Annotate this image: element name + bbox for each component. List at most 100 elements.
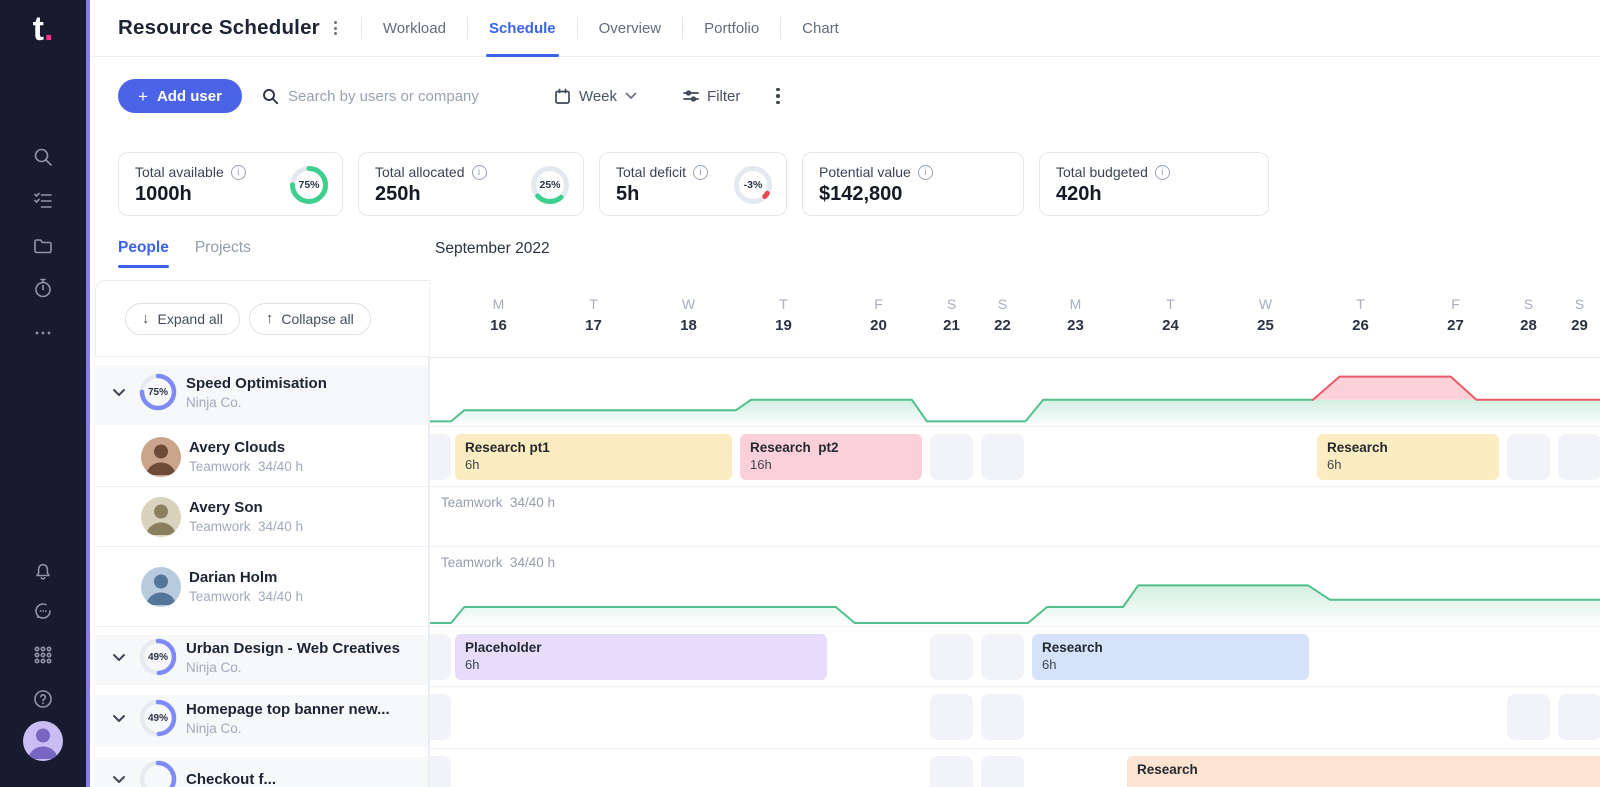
day-date: 21	[926, 317, 977, 334]
chevron-down-icon[interactable]	[112, 714, 126, 723]
weekend-cell[interactable]	[981, 756, 1024, 787]
apps-grid-icon[interactable]	[0, 644, 86, 666]
row-text: Avery SonTeamwork 34/40 h	[189, 499, 303, 534]
row-text: Avery CloudsTeamwork 34/40 h	[189, 439, 303, 474]
day-date: 25	[1218, 317, 1313, 334]
allocation-cell-partial[interactable]	[430, 694, 451, 740]
row-name: Avery Clouds	[189, 439, 303, 456]
row-content: Darian HolmTeamwork 34/40 h	[95, 547, 428, 626]
search-icon[interactable]	[0, 146, 86, 168]
project-row[interactable]: 49%Urban Design - Web CreativesNinja Co.	[95, 627, 428, 687]
allocation-bar[interactable]: Research6h	[1032, 634, 1309, 680]
person-row[interactable]: Avery SonTeamwork 34/40 h	[95, 487, 428, 547]
stat-label-text: Total budgeted	[1056, 164, 1148, 180]
allocation-bar[interactable]: Research	[1127, 756, 1600, 787]
row-name: Darian Holm	[189, 569, 303, 586]
search-icon	[262, 88, 279, 105]
weekend-cell[interactable]	[930, 634, 973, 680]
help-icon[interactable]	[0, 688, 86, 710]
progress-donut: 49%	[138, 637, 178, 677]
weekend-cell[interactable]	[930, 694, 973, 740]
notifications-bell-icon[interactable]	[0, 560, 86, 582]
logo-dot: .	[44, 10, 53, 48]
tab-workload[interactable]: Workload	[362, 0, 467, 56]
person-row[interactable]: Avery CloudsTeamwork 34/40 h	[95, 427, 428, 487]
project-row[interactable]: Checkout f...	[95, 749, 428, 787]
weekend-cell[interactable]	[981, 634, 1024, 680]
more-dots-icon[interactable]	[0, 322, 86, 344]
info-icon[interactable]: i	[693, 165, 708, 180]
tab-portfolio[interactable]: Portfolio	[683, 0, 780, 56]
day-of-week: F	[831, 296, 926, 312]
tasks-icon[interactable]	[0, 189, 86, 211]
period-selector[interactable]: Week	[554, 88, 637, 105]
weekend-cell[interactable]	[1507, 434, 1550, 480]
allocation-bar[interactable]: Research pt216h	[740, 434, 922, 480]
allocation-bar[interactable]: Research6h	[1317, 434, 1499, 480]
view-tab-people[interactable]: People	[118, 236, 169, 268]
timer-icon[interactable]	[0, 277, 86, 299]
chevron-down-icon[interactable]	[112, 775, 126, 784]
day-column-header: T19	[736, 280, 831, 357]
info-icon[interactable]: i	[1155, 165, 1170, 180]
allocation-cell-partial[interactable]	[430, 634, 451, 680]
progress-donut-percent	[138, 759, 178, 787]
weekend-cell[interactable]	[930, 434, 973, 480]
allocation-bar-title: Research	[1042, 640, 1299, 655]
info-icon[interactable]: i	[918, 165, 933, 180]
stat-donut-percent: 25%	[530, 165, 570, 205]
day-column-header: S29	[1554, 280, 1600, 357]
title-kebab-menu-icon[interactable]	[334, 21, 337, 35]
arrow-down-icon: ↓	[142, 310, 150, 327]
filter-button[interactable]: Filter	[683, 88, 740, 105]
allocation-bar[interactable]: Research pt16h	[455, 434, 732, 480]
row-name: Homepage top banner new...	[186, 701, 390, 718]
stat-card: Total budgetedi420h	[1039, 152, 1269, 216]
info-icon[interactable]: i	[231, 165, 246, 180]
row-name: Urban Design - Web Creatives	[186, 640, 400, 657]
weekend-cell[interactable]	[981, 434, 1024, 480]
tab-schedule[interactable]: Schedule	[468, 0, 577, 56]
day-of-week: T	[1123, 296, 1218, 312]
tab-chart[interactable]: Chart	[781, 0, 860, 56]
projects-folder-icon[interactable]	[0, 235, 86, 257]
add-user-button[interactable]: + Add user	[118, 79, 242, 113]
allocation-cell-partial[interactable]	[430, 434, 451, 480]
tab-overview[interactable]: Overview	[578, 0, 683, 56]
chevron-down-icon[interactable]	[112, 653, 126, 662]
allocation-bar-hours: 6h	[465, 657, 817, 672]
weekend-cell[interactable]	[930, 756, 973, 787]
panel-header: ↓ Expand all ↑ Collapse all	[95, 280, 429, 357]
allocation-cell-partial[interactable]	[430, 756, 451, 787]
view-tabs: People Projects	[118, 236, 251, 268]
weekend-cell[interactable]	[1507, 694, 1550, 740]
weekend-cell[interactable]	[981, 694, 1024, 740]
project-row[interactable]: 75%Speed OptimisationNinja Co.	[95, 357, 428, 427]
view-tab-projects[interactable]: Projects	[195, 236, 251, 268]
expand-all-button[interactable]: ↓ Expand all	[125, 303, 240, 335]
app-logo[interactable]: t.	[0, 10, 86, 49]
resource-panel: ↓ Expand all ↑ Collapse all 75%Speed Opt…	[95, 280, 429, 787]
chevron-down-icon[interactable]	[112, 388, 126, 397]
info-icon[interactable]: i	[472, 165, 487, 180]
toolbar-kebab-menu-icon[interactable]	[776, 88, 780, 105]
stat-donut-percent: -3%	[733, 165, 773, 205]
progress-donut-percent: 49%	[138, 698, 178, 738]
search-input[interactable]	[288, 88, 498, 105]
day-date: 22	[977, 317, 1028, 334]
row-subtitle: Teamwork 34/40 h	[189, 519, 303, 534]
collapse-all-button[interactable]: ↑ Collapse all	[249, 303, 371, 335]
day-date: 24	[1123, 317, 1218, 334]
current-user-avatar[interactable]	[23, 721, 63, 761]
allocation-bar[interactable]: Placeholder6h	[455, 634, 827, 680]
progress-donut	[138, 759, 178, 787]
row-name: Speed Optimisation	[186, 375, 327, 392]
project-row[interactable]: 49%Homepage top banner new...Ninja Co.	[95, 687, 428, 749]
allocation-bar-hours: 16h	[750, 457, 912, 472]
weekend-cell[interactable]	[1558, 434, 1600, 480]
day-of-week: T	[736, 296, 831, 312]
progress-donut-percent: 49%	[138, 637, 178, 677]
status-sync-icon[interactable]	[0, 600, 86, 622]
person-row[interactable]: Darian HolmTeamwork 34/40 h	[95, 547, 428, 627]
weekend-cell[interactable]	[1558, 694, 1600, 740]
